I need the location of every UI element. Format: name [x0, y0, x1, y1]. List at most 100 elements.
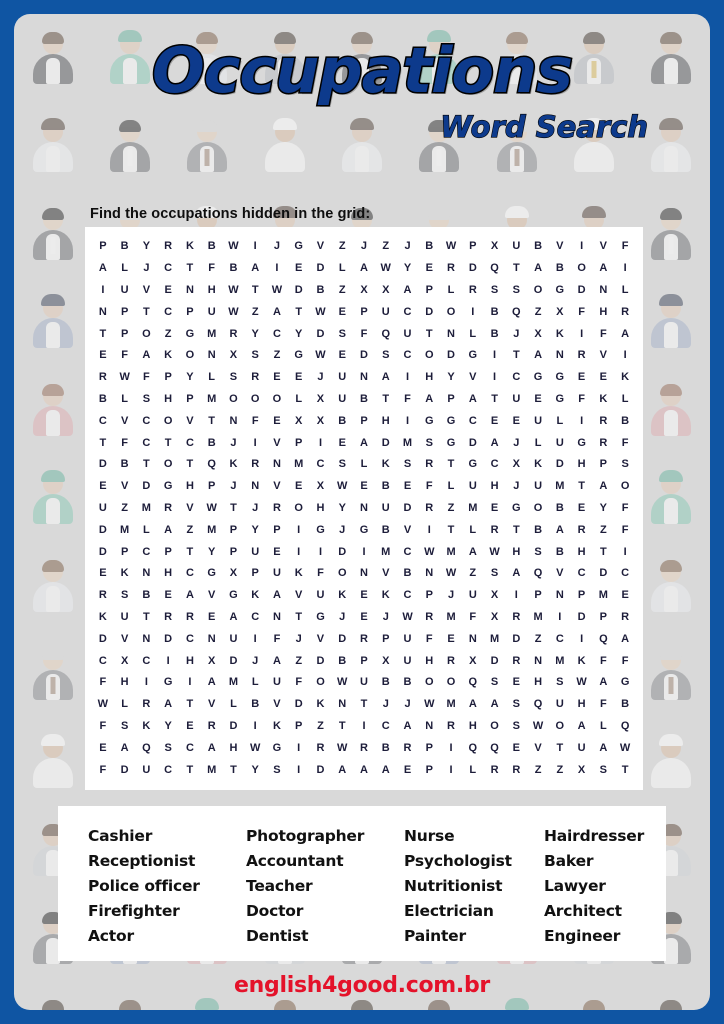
grid-letter[interactable]: A [360, 764, 368, 776]
grid-letter[interactable]: P [99, 241, 106, 252]
grid-letter[interactable]: P [360, 415, 367, 427]
grid-letter[interactable]: U [273, 677, 281, 688]
grid-letter[interactable]: P [230, 524, 237, 536]
grid-letter[interactable]: H [425, 372, 433, 383]
grid-letter[interactable]: N [360, 372, 368, 383]
grid-letter[interactable]: B [382, 742, 390, 754]
grid-letter[interactable]: T [448, 459, 455, 470]
grid-letter[interactable]: R [512, 764, 520, 776]
grid-letter[interactable]: I [624, 263, 627, 274]
grid-letter[interactable]: B [534, 241, 542, 252]
grid-letter[interactable]: P [360, 306, 367, 318]
grid-letter[interactable]: P [426, 764, 433, 776]
grid-letter[interactable]: L [252, 677, 259, 688]
grid-letter[interactable]: I [297, 524, 300, 536]
grid-letter[interactable]: D [295, 699, 303, 710]
grid-letter[interactable]: A [164, 699, 172, 710]
grid-letter[interactable]: E [404, 764, 411, 776]
grid-letter[interactable]: D [99, 546, 107, 558]
grid-letter[interactable]: P [295, 437, 302, 449]
grid-letter[interactable]: U [404, 655, 412, 667]
grid-letter[interactable]: Y [186, 372, 193, 383]
grid-letter[interactable]: L [600, 720, 607, 732]
grid-letter[interactable]: K [338, 590, 346, 601]
grid-letter[interactable]: Q [599, 633, 608, 645]
grid-letter[interactable]: S [513, 284, 520, 296]
grid-letter[interactable]: D [578, 284, 586, 296]
grid-letter[interactable]: I [428, 524, 431, 536]
grid-letter[interactable]: X [491, 241, 498, 252]
grid-letter[interactable]: E [513, 415, 520, 427]
grid-letter[interactable]: R [621, 306, 629, 318]
grid-letter[interactable]: H [578, 699, 586, 710]
grid-letter[interactable]: A [404, 284, 412, 296]
grid-letter[interactable]: F [404, 393, 411, 405]
grid-letter[interactable]: R [425, 502, 433, 514]
grid-letter[interactable]: E [491, 502, 498, 514]
grid-letter[interactable]: L [622, 284, 629, 296]
grid-letter[interactable]: A [360, 437, 368, 449]
grid-letter[interactable]: X [230, 568, 237, 579]
grid-letter[interactable]: X [208, 655, 215, 667]
grid-letter[interactable]: U [338, 372, 346, 383]
grid-letter[interactable]: K [186, 241, 194, 252]
grid-letter[interactable]: I [406, 415, 409, 427]
grid-letter[interactable]: X [317, 481, 324, 492]
grid-letter[interactable]: D [599, 568, 607, 579]
grid-letter[interactable]: H [578, 546, 586, 558]
grid-letter[interactable]: I [167, 655, 170, 667]
grid-letter[interactable]: G [229, 590, 238, 601]
grid-letter[interactable]: M [207, 328, 216, 340]
grid-letter[interactable]: N [186, 284, 194, 296]
grid-letter[interactable]: J [143, 263, 149, 274]
grid-letter[interactable]: K [621, 372, 629, 383]
grid-letter[interactable]: R [578, 524, 586, 536]
grid-letter[interactable]: O [425, 350, 434, 361]
grid-letter[interactable]: R [164, 611, 172, 623]
grid-letter[interactable]: N [273, 611, 281, 623]
grid-letter[interactable]: E [339, 306, 346, 318]
grid-letter[interactable]: J [361, 241, 367, 252]
grid-letter[interactable]: U [317, 590, 325, 601]
grid-letter[interactable]: T [448, 524, 455, 536]
grid-letter[interactable]: V [121, 481, 128, 492]
grid-letter[interactable]: C [186, 742, 194, 754]
grid-letter[interactable]: W [533, 720, 543, 732]
grid-letter[interactable]: C [142, 546, 150, 558]
grid-letter[interactable]: H [599, 306, 607, 318]
grid-letter[interactable]: K [229, 459, 237, 470]
grid-letter[interactable]: R [164, 502, 172, 514]
grid-letter[interactable]: C [164, 764, 172, 776]
grid-letter[interactable]: R [425, 459, 433, 470]
grid-letter[interactable]: V [143, 284, 150, 296]
grid-letter[interactable]: I [580, 415, 583, 427]
grid-letter[interactable]: X [534, 328, 541, 340]
grid-letter[interactable]: I [254, 720, 257, 732]
grid-letter[interactable]: D [229, 655, 237, 667]
grid-letter[interactable]: W [98, 699, 108, 710]
grid-letter[interactable]: V [295, 590, 302, 601]
grid-letter[interactable]: J [317, 372, 323, 383]
grid-letter[interactable]: J [448, 590, 454, 601]
grid-letter[interactable]: Z [187, 524, 194, 536]
grid-letter[interactable]: T [295, 611, 302, 623]
grid-letter[interactable]: M [446, 699, 455, 710]
grid-letter[interactable]: F [317, 568, 324, 579]
grid-letter[interactable]: S [556, 677, 563, 688]
grid-letter[interactable]: A [599, 263, 607, 274]
grid-letter[interactable]: Z [317, 720, 324, 732]
grid-letter[interactable]: A [273, 655, 281, 667]
grid-letter[interactable]: T [513, 524, 520, 536]
grid-letter[interactable]: N [599, 284, 607, 296]
grid-letter[interactable]: B [404, 568, 412, 579]
grid-letter[interactable]: A [534, 263, 542, 274]
grid-letter[interactable]: D [99, 524, 107, 536]
grid-letter[interactable]: W [402, 611, 412, 623]
grid-letter[interactable]: R [273, 502, 281, 514]
grid-letter[interactable]: X [317, 415, 324, 427]
grid-letter[interactable]: L [535, 437, 542, 449]
grid-letter[interactable]: G [469, 350, 478, 361]
grid-letter[interactable]: R [251, 372, 259, 383]
grid-letter[interactable]: Z [469, 568, 476, 579]
grid-letter[interactable]: Z [535, 764, 542, 776]
